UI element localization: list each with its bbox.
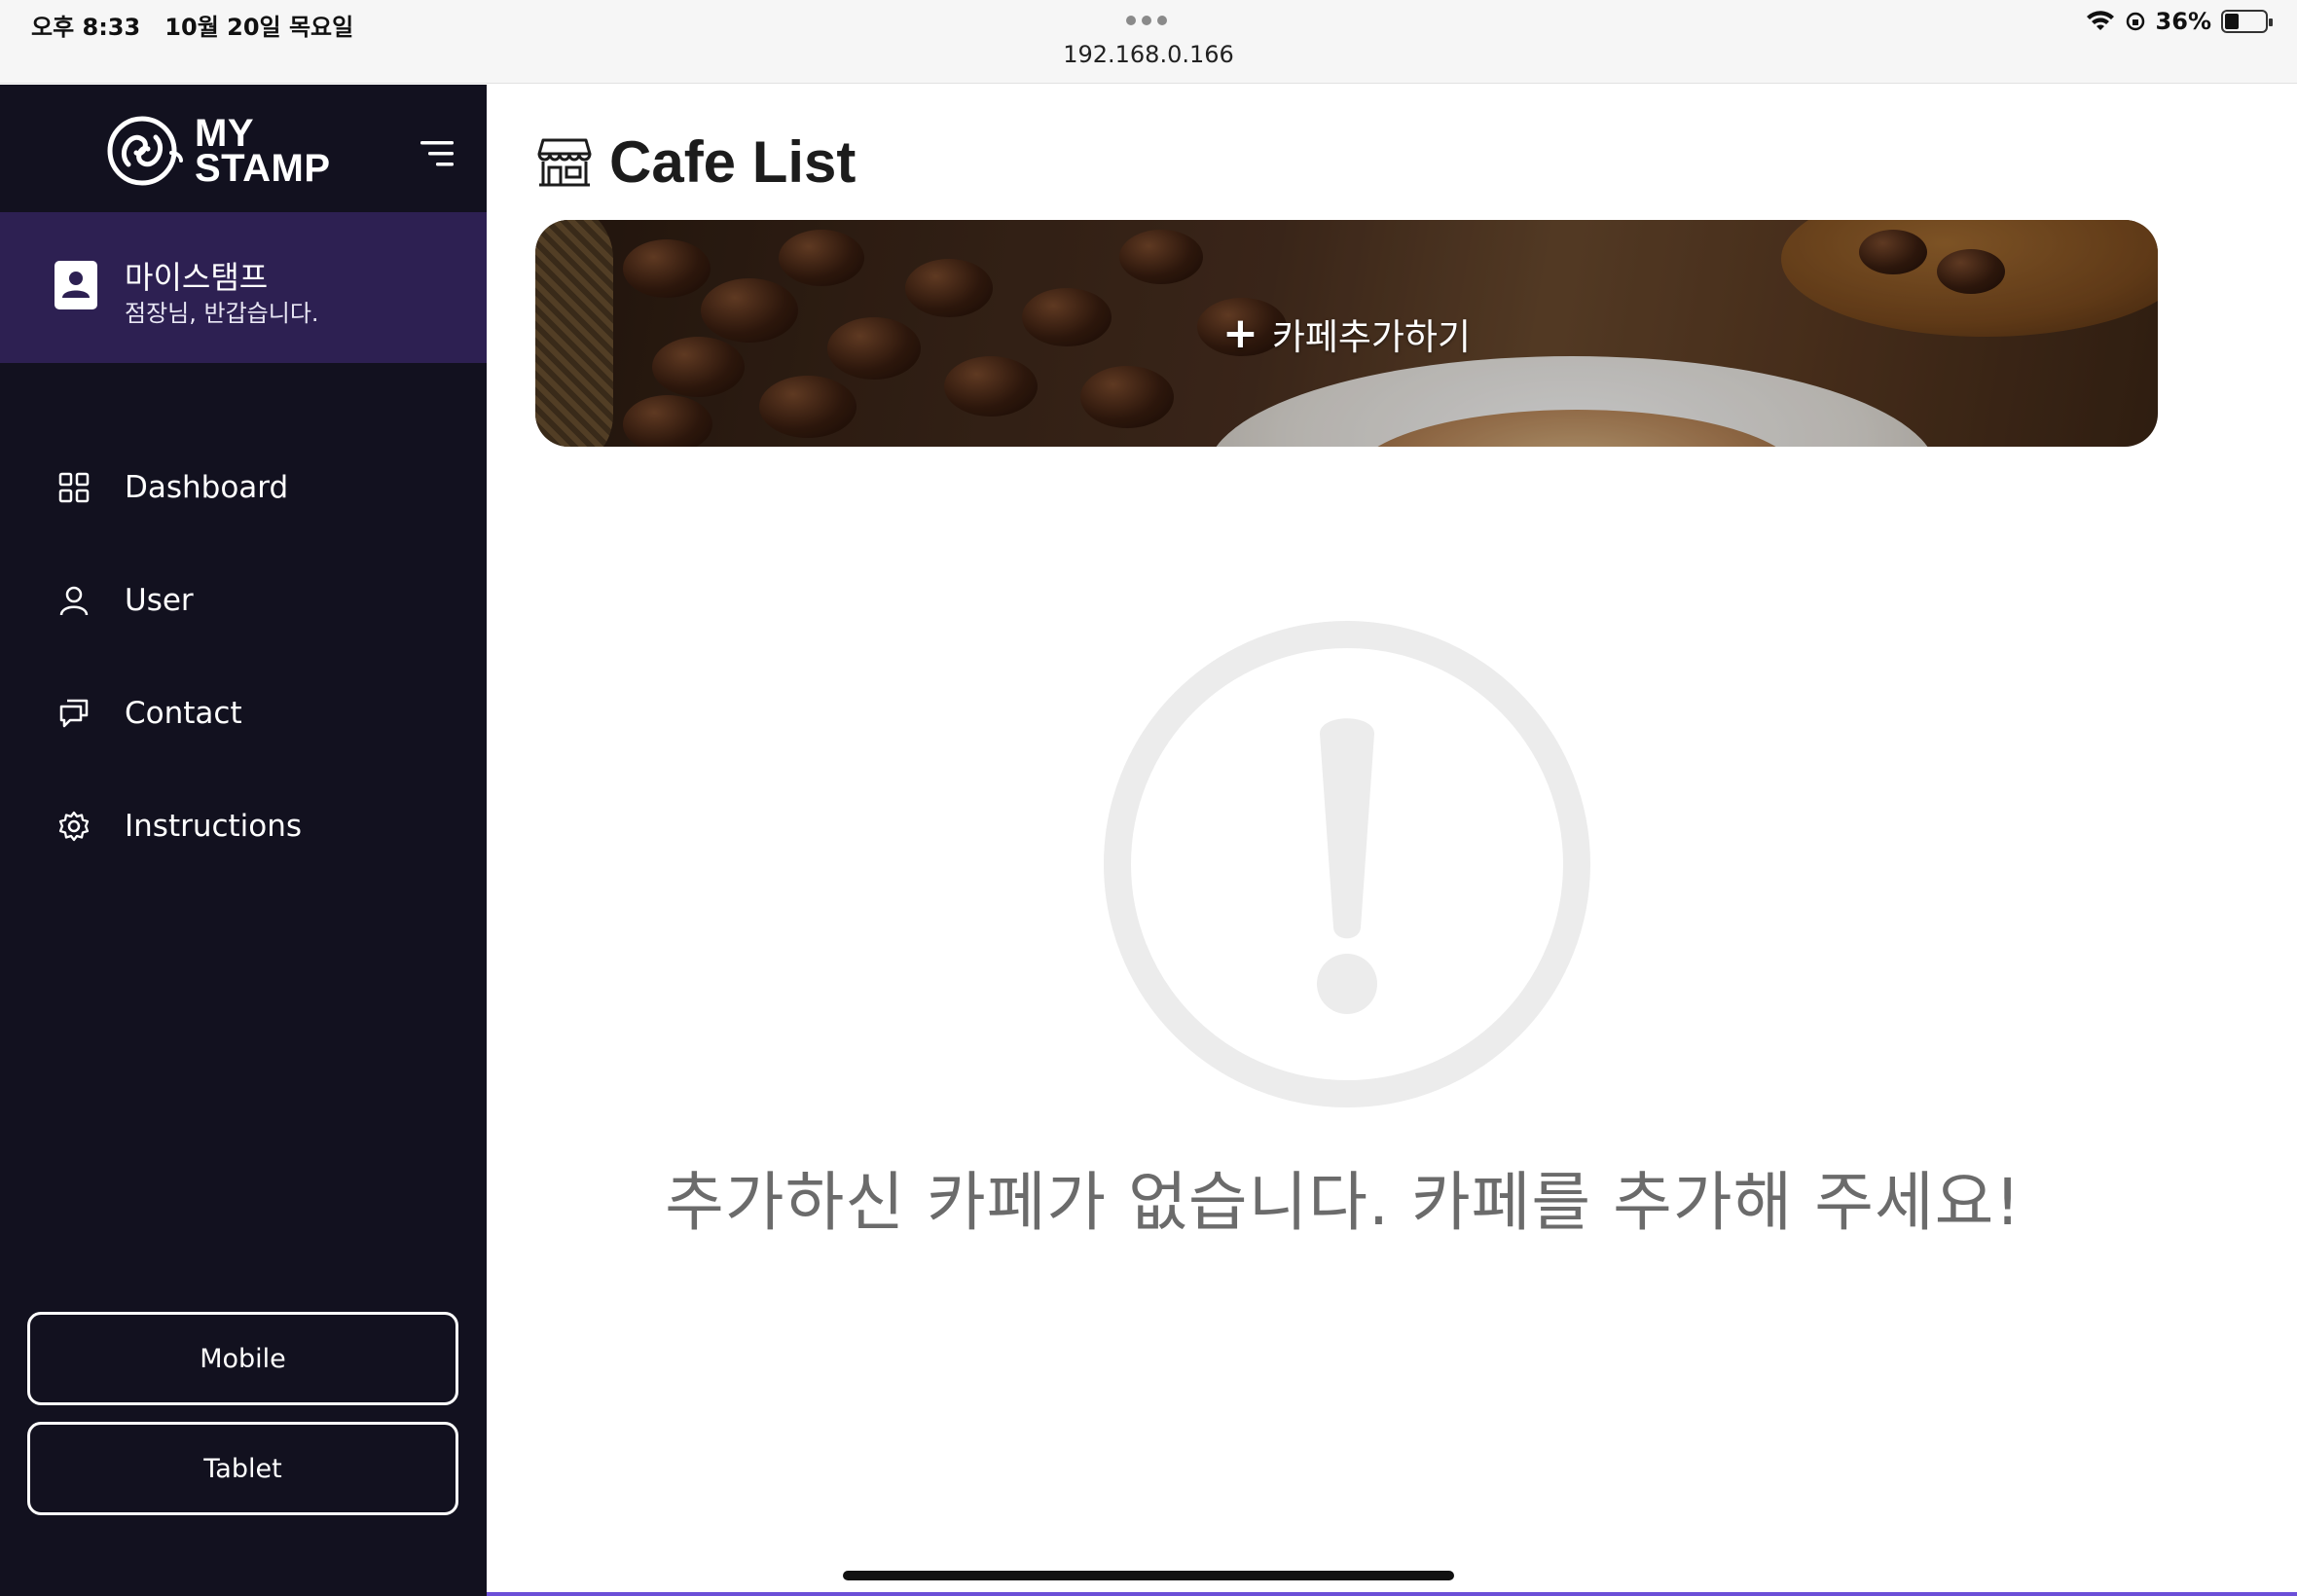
sidebar: MY STAMP 마이스탬프 점장님, 반갑습니다. Dashboard Use… [0, 85, 487, 1596]
sidebar-item-label: Contact [125, 696, 242, 731]
sidebar-item-user[interactable]: User [0, 562, 487, 639]
sidebar-item-label: Instructions [125, 809, 303, 844]
app-logo[interactable]: MY STAMP [107, 114, 331, 188]
multitasking-dots-icon[interactable] [1126, 16, 1167, 25]
main-content: Cafe List + 카페추가하기 추가하신 카페가 없습니다. 카페를 추가… [487, 85, 2297, 1596]
gear-icon [58, 811, 90, 842]
sidebar-item-contact[interactable]: Contact [0, 674, 487, 752]
wifi-icon [2086, 11, 2114, 30]
chat-icon [59, 699, 89, 728]
status-time-text: 오후 8:33 [31, 14, 141, 41]
address-bar-url[interactable]: 192.168.0.166 [0, 41, 2297, 68]
add-cafe-banner[interactable]: + 카페추가하기 [535, 220, 2158, 447]
home-indicator[interactable] [843, 1571, 1454, 1580]
bottom-accent-line [487, 1592, 2297, 1596]
sidebar-item-dashboard[interactable]: Dashboard [0, 449, 487, 526]
mobile-button[interactable]: Mobile [27, 1312, 458, 1405]
plus-icon: + [1221, 308, 1258, 358]
battery-icon [2221, 10, 2273, 33]
profile-greeting: 점장님, 반갑습니다. [125, 300, 319, 327]
exclamation-circle-icon [1104, 621, 1590, 1107]
sidebar-item-instructions[interactable]: Instructions [0, 787, 487, 865]
profile-badge-icon [55, 261, 97, 309]
menu-toggle-icon[interactable] [420, 139, 454, 168]
page-title: Cafe List [609, 129, 857, 195]
status-date-text: 10월 20일 목요일 [164, 14, 354, 41]
sidebar-item-label: User [125, 583, 194, 618]
profile-card[interactable]: 마이스탬프 점장님, 반갑습니다. [0, 212, 487, 363]
status-indicators: 36% [2086, 8, 2273, 35]
logo-mark-icon [107, 116, 183, 186]
sidebar-item-label: Dashboard [125, 470, 289, 505]
status-time: 오후 8:33 10월 20일 목요일 [31, 8, 353, 42]
status-bar: 오후 8:33 10월 20일 목요일 192.168.0.166 36% [0, 0, 2297, 84]
logo-line1: MY [195, 112, 254, 155]
battery-percent: 36% [2155, 8, 2211, 35]
user-icon [59, 586, 89, 616]
empty-state-message: 추가하신 카페가 없습니다. 카페를 추가해 주세요! [665, 1165, 2022, 1240]
tablet-button[interactable]: Tablet [27, 1422, 458, 1515]
profile-name: 마이스탬프 [125, 259, 269, 296]
orientation-lock-icon [2126, 12, 2144, 31]
add-cafe-text: 카페추가하기 [1271, 315, 1472, 358]
logo-line2: STAMP [195, 147, 331, 190]
store-icon [537, 138, 592, 186]
page-header: Cafe List [537, 128, 856, 196]
logo-text: MY STAMP [195, 112, 331, 190]
add-cafe-label[interactable]: + 카페추가하기 [535, 220, 2158, 447]
dashboard-grid-icon [58, 472, 90, 503]
